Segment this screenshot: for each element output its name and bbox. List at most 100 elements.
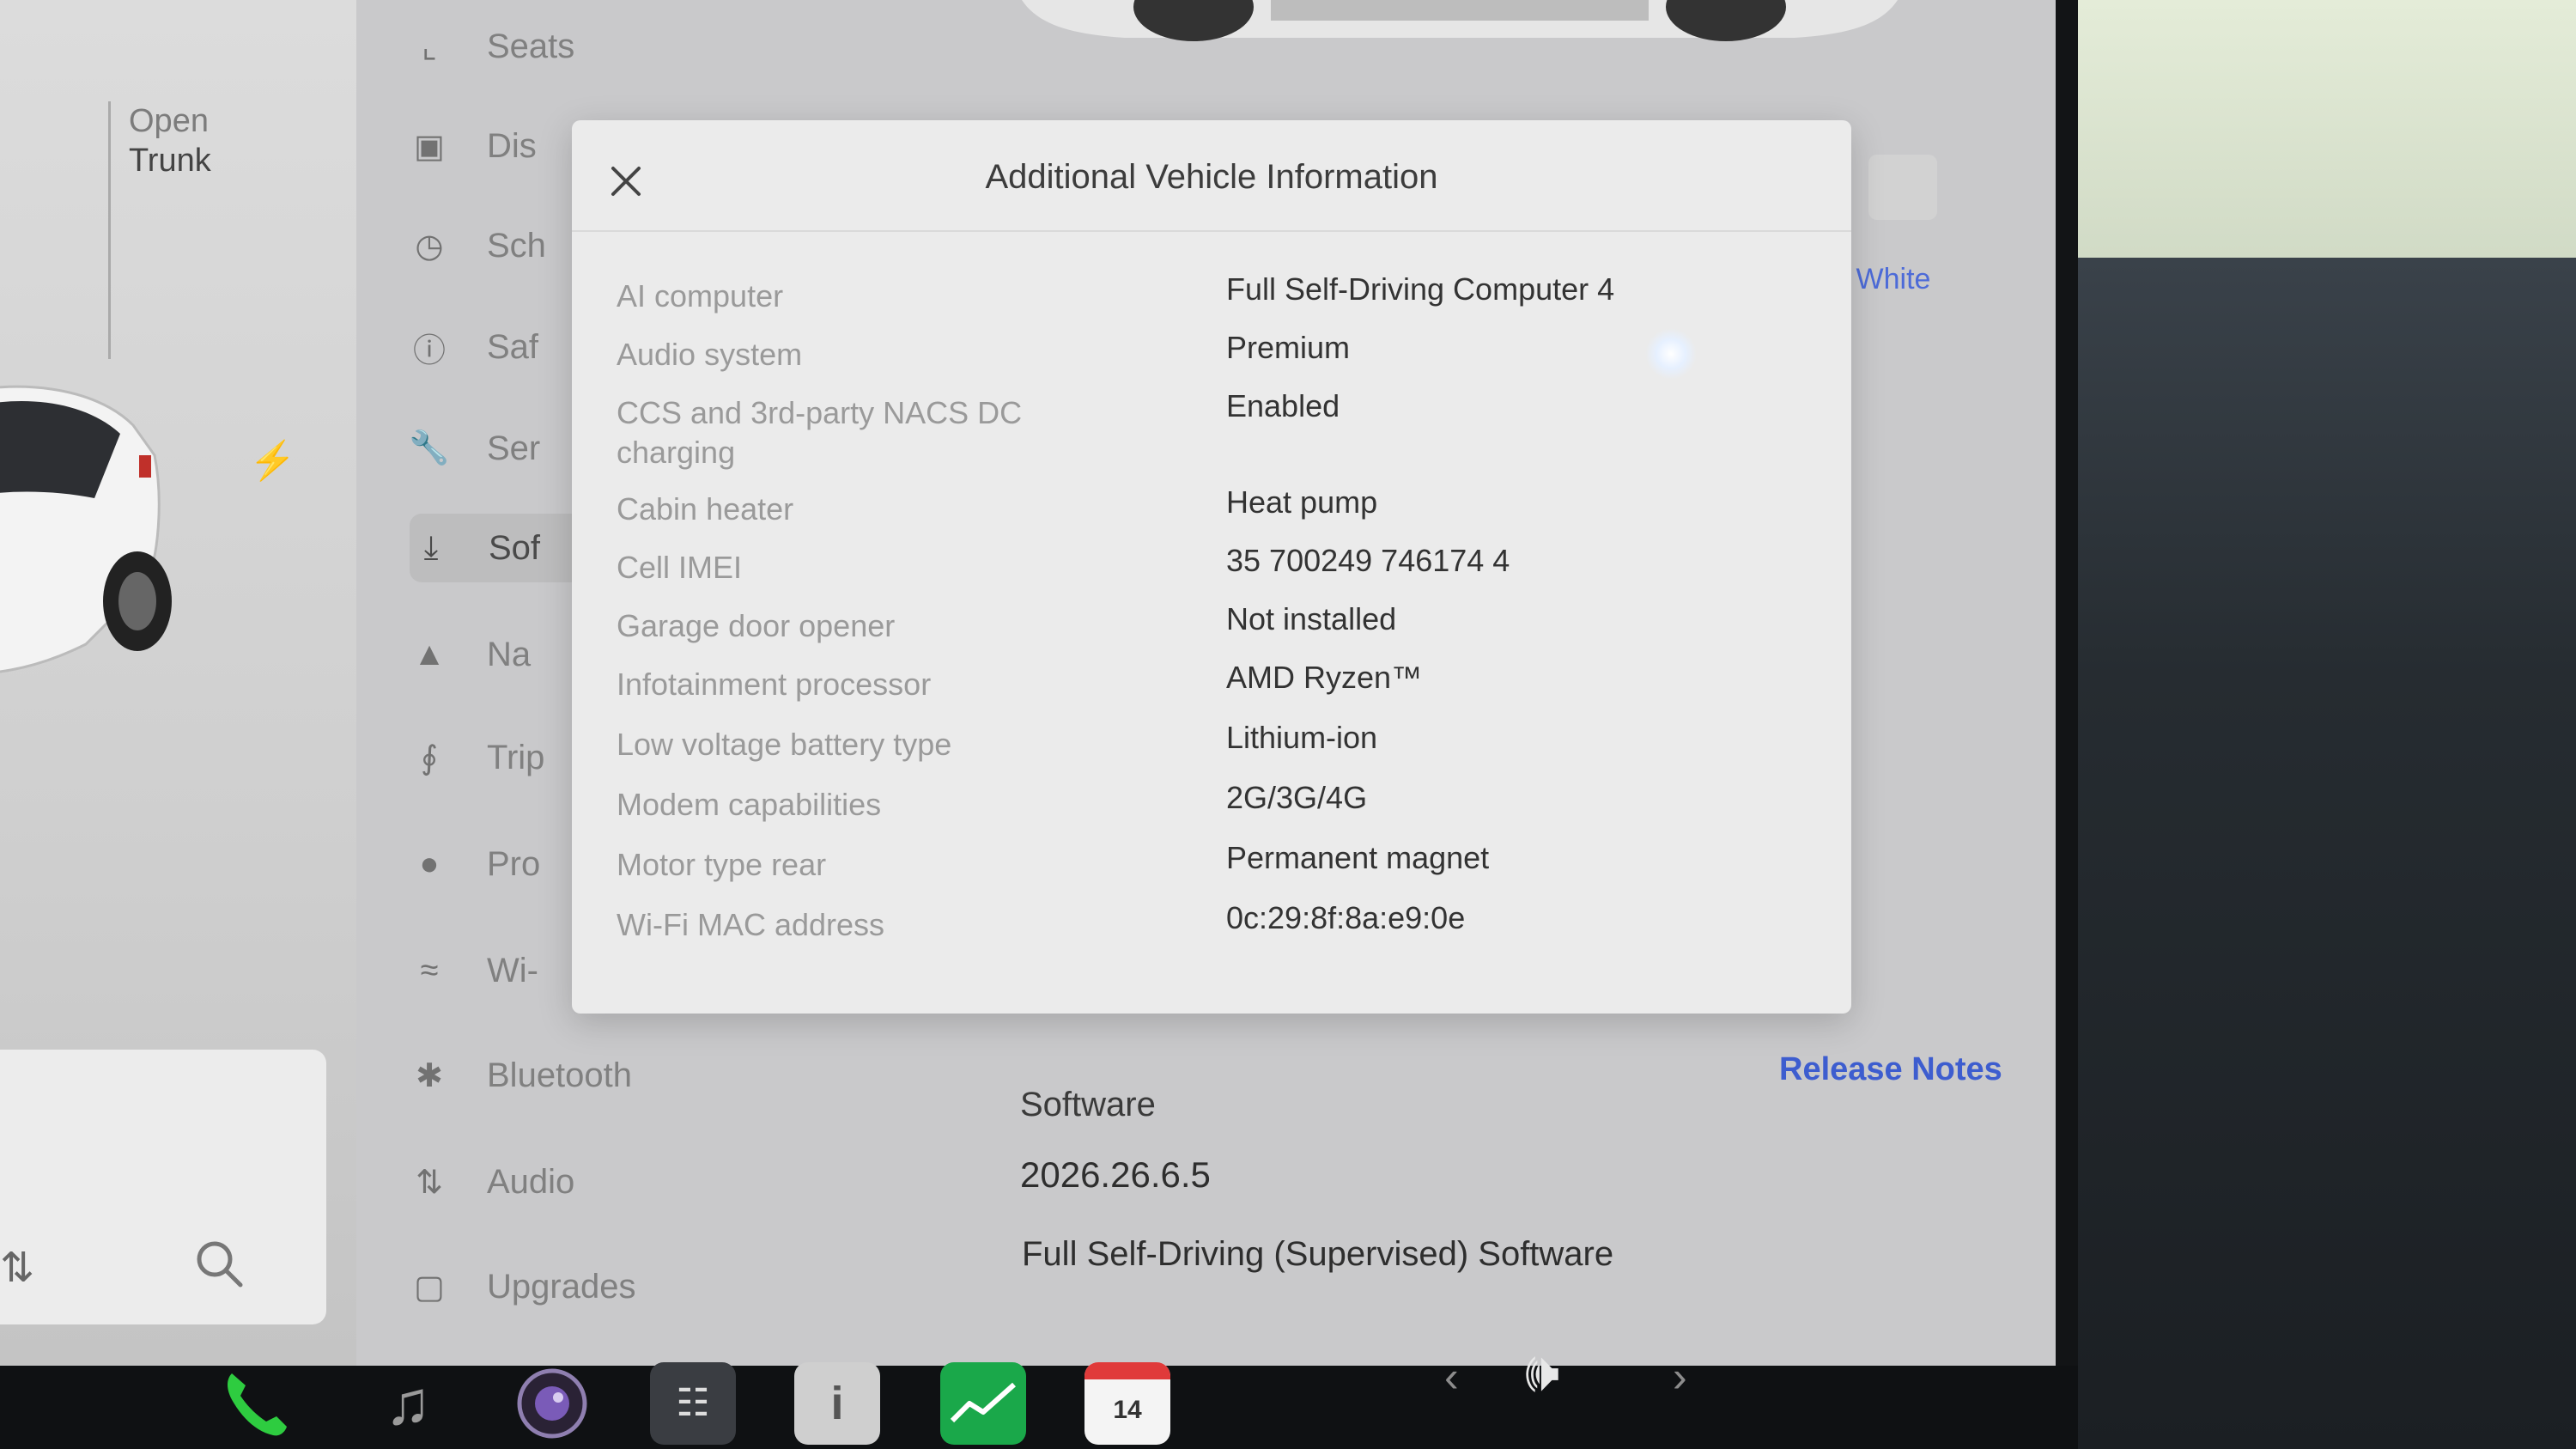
menu-item-label: Ser <box>487 429 541 467</box>
menu-item-upgrades[interactable]: ▢ Upgrades <box>408 1252 683 1321</box>
dialog-title: Additional Vehicle Information <box>985 158 1438 196</box>
info-key: Garage door opener <box>617 608 896 643</box>
manual-app[interactable]: i <box>790 1357 884 1449</box>
info-key: Audio system <box>617 337 803 372</box>
charging-icon: ⚡ <box>249 440 296 482</box>
seat-icon: ⌞ <box>422 28 437 65</box>
paint-swatch[interactable] <box>1868 155 1937 220</box>
info-row: Low voltage battery type Lithium-ion <box>617 720 1819 785</box>
software-version: 2026.26.6.5 <box>1020 1154 1211 1195</box>
info-key: Motor type rear <box>617 847 827 882</box>
trunk-divider <box>108 101 111 359</box>
info-key: Wi-Fi MAC address <box>617 907 885 942</box>
info-key: Modem capabilities <box>617 787 882 822</box>
music-icon: ♫ <box>385 1368 431 1438</box>
calendar-app[interactable]: 14 <box>1080 1357 1175 1449</box>
dashboard-background <box>2044 258 2576 1449</box>
info-row: Cabin heater Heat pump <box>617 484 1819 550</box>
menu-item-bluetooth[interactable]: ✱ Bluetooth <box>408 1041 683 1110</box>
info-value: Heat pump <box>1226 484 1378 520</box>
info-row: Modem capabilities 2G/3G/4G <box>617 780 1819 845</box>
info-value: Permanent magnet <box>1226 840 1490 875</box>
trunk-target-label: Trunk <box>129 143 211 179</box>
menu-item-audio[interactable]: ⇅ Audio <box>408 1148 683 1216</box>
open-trunk-button[interactable]: Open Trunk <box>129 101 211 180</box>
software-heading: Software <box>1020 1086 1156 1123</box>
info-key: Cabin heater <box>617 491 794 527</box>
display-icon: ▣ <box>414 128 445 165</box>
schedule-icon: ◷ <box>415 228 444 265</box>
wifi-icon: ≈ <box>420 952 439 989</box>
bluetooth-icon: ✱ <box>416 1057 443 1094</box>
menu-item-label: Saf <box>487 327 539 366</box>
volume-icon[interactable]: 🕪 <box>1525 1340 1559 1404</box>
info-value: Not installed <box>1226 601 1397 636</box>
manual-icon: i <box>794 1361 880 1445</box>
info-value: AMD Ryzen™ <box>1226 660 1423 695</box>
toybox-icon: ☷ <box>650 1361 736 1445</box>
info-key: CCS and 3rd-party NACS DC charging <box>617 395 1023 470</box>
music-app[interactable]: ♫ <box>361 1357 455 1449</box>
info-value: Lithium-ion <box>1226 720 1378 755</box>
info-value: Full Self-Driving Computer 4 <box>1226 271 1615 307</box>
chevron-left-icon[interactable]: ‹ <box>1444 1352 1459 1402</box>
search-icon[interactable] <box>192 1237 246 1290</box>
window-background <box>2044 0 2576 283</box>
camera-app[interactable] <box>505 1357 599 1449</box>
camera-icon <box>517 1368 587 1438</box>
menu-item-label: Bluetooth <box>487 1056 633 1094</box>
info-row: CCS and 3rd-party NACS DC charging Enabl… <box>617 388 1819 479</box>
software-package: Full Self-Driving (Supervised) Software <box>1022 1235 1614 1273</box>
info-row: AI computer Full Self-Driving Computer 4 <box>617 271 1819 337</box>
info-value: Premium <box>1226 330 1351 365</box>
info-value: 2G/3G/4G <box>1226 780 1368 815</box>
calendar-day: 14 <box>1113 1395 1142 1424</box>
info-key: Cell IMEI <box>617 550 743 585</box>
info-key: AI computer <box>617 278 784 314</box>
calendar-icon: 14 <box>1084 1361 1170 1445</box>
info-value: 0c:29:8f:8a:e9:0e <box>1226 900 1466 935</box>
download-icon: ⤓ <box>423 529 439 566</box>
equalizer-icon[interactable]: ⇅ <box>0 1244 34 1292</box>
info-key: Infotainment processor <box>617 667 932 702</box>
info-row: Audio system Premium <box>617 330 1819 395</box>
info-key: Low voltage battery type <box>617 727 952 762</box>
chevron-right-icon[interactable]: › <box>1673 1352 1687 1402</box>
touchscreen: Open Trunk ⚡ ⇅ ⌞ Seats ▣ Dis ◷ Sch ⓘ Saf… <box>0 0 2078 1366</box>
media-player[interactable] <box>0 1050 326 1324</box>
additional-vehicle-info-dialog: Additional Vehicle Information AI comput… <box>572 120 1851 1014</box>
stocks-icon <box>940 1361 1026 1445</box>
info-row: Wi-Fi MAC address 0c:29:8f:8a:e9:0e <box>617 900 1819 965</box>
menu-item-seats[interactable]: ⌞ Seats <box>408 12 683 81</box>
menu-item-label: Sch <box>487 226 546 265</box>
info-row: Infotainment processor AMD Ryzen™ <box>617 660 1819 725</box>
menu-item-label: Seats <box>487 27 575 65</box>
trunk-action-label: Open <box>129 103 209 139</box>
menu-item-label: Upgrades <box>487 1267 636 1306</box>
menu-item-label: Audio <box>487 1162 575 1201</box>
phone-icon <box>228 1373 287 1435</box>
info-row: Motor type rear Permanent magnet <box>617 840 1819 905</box>
audio-icon: ⇅ <box>416 1164 443 1201</box>
vehicle-top-image <box>1022 0 1898 41</box>
trips-icon: ∮ <box>421 740 438 776</box>
release-notes-link[interactable]: Release Notes <box>1779 1051 2002 1088</box>
menu-item-label: Trip <box>487 738 545 776</box>
phone-app[interactable] <box>206 1357 301 1449</box>
dialog-divider <box>572 230 1851 232</box>
wrench-icon: 🔧 <box>409 430 450 466</box>
lock-icon: ▢ <box>414 1269 445 1306</box>
info-value: Enabled <box>1226 388 1340 423</box>
info-value: 35 700249 746174 4 <box>1226 543 1510 578</box>
menu-item-label: Dis <box>487 126 537 165</box>
bottom-dock <box>0 1366 2078 1449</box>
menu-item-label: Sof <box>489 528 541 567</box>
menu-item-label: Na <box>487 635 532 673</box>
stocks-app[interactable] <box>936 1357 1030 1449</box>
profile-icon: ● <box>419 845 440 882</box>
safety-icon: ⓘ <box>412 332 446 369</box>
toybox-app[interactable]: ☷ <box>646 1357 740 1449</box>
vehicle-panel: Open Trunk ⚡ ⇅ <box>0 0 356 1366</box>
menu-item-label: Wi- <box>487 951 538 989</box>
vehicle-image <box>0 385 172 673</box>
